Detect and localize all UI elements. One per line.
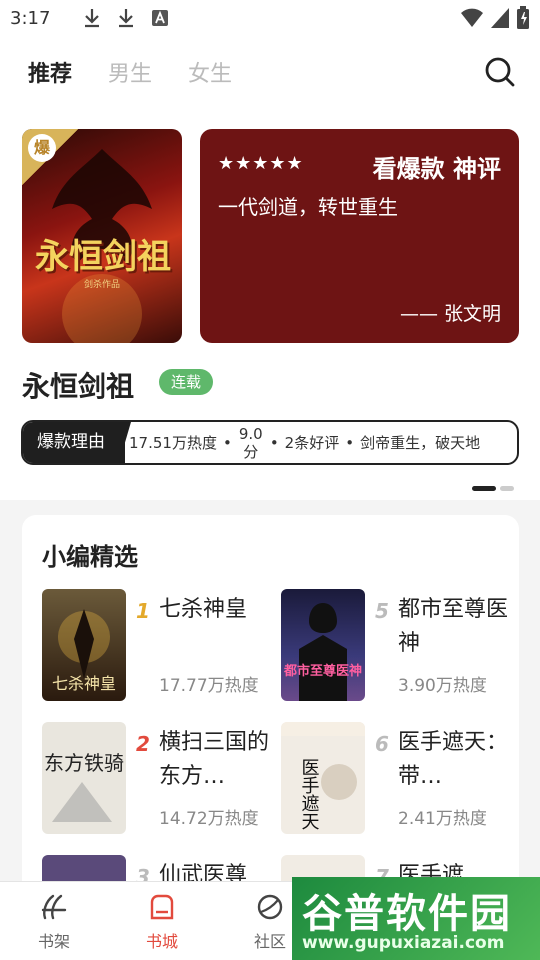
svg-text:都市至尊医神: 都市至尊医神	[283, 663, 362, 679]
watermark-url: www.gupuxiazai.com	[302, 933, 505, 953]
bookstore-icon	[150, 894, 174, 920]
featured-book-cover[interactable]: 爆 永恒剑祖 剑杀作品	[22, 129, 182, 343]
search-icon[interactable]	[484, 56, 516, 88]
svg-text:医手遮天: 医手遮天	[299, 758, 320, 830]
top-tab-bar: 推荐 男生 女生	[0, 36, 540, 108]
tab-recommend[interactable]: 推荐	[28, 56, 72, 88]
tab-male[interactable]: 男生	[108, 56, 152, 88]
rank-number: 6	[375, 732, 389, 756]
book-cover: 都市至尊医神	[281, 589, 365, 701]
watermark-text: 谷普软件园	[302, 891, 512, 937]
section-title: 小编精选	[42, 543, 138, 571]
list-item[interactable]: 东方铁骑 2 横扫三国的东方… 14.72万热度	[42, 722, 272, 834]
cover-author: 剑杀作品	[83, 280, 120, 290]
book-title: 都市至尊医神	[398, 597, 509, 656]
book-heat: 17.77万热度	[159, 676, 259, 696]
separator-dot: •	[269, 433, 279, 452]
book-heat: 2.41万热度	[398, 809, 487, 829]
cover-title-art: 永恒剑祖	[35, 237, 171, 277]
notification-a-icon	[146, 6, 174, 30]
bookshelf-icon	[41, 894, 67, 920]
featured-book-title[interactable]: 永恒剑祖	[22, 365, 134, 405]
svg-text:七杀神皇: 七杀神皇	[52, 674, 116, 693]
wifi-icon	[460, 7, 484, 33]
svg-text:东方铁骑: 东方铁骑	[44, 751, 124, 775]
featured-banner: 爆 永恒剑祖 剑杀作品 ★★★★★ 看爆款 神评 一代剑道，转世重生 —— 张文…	[0, 108, 540, 500]
status-time: 3:17	[10, 7, 51, 29]
separator-dot: •	[222, 433, 232, 452]
book-cover: 东方铁骑	[42, 722, 126, 834]
reason-heat: 17.51万热度	[129, 434, 217, 452]
tab-bookstore[interactable]: 书城	[122, 892, 202, 952]
review-text: 一代剑道，转世重生	[218, 195, 398, 219]
rating-stars-icon: ★★★★★	[218, 153, 304, 174]
book-title: 医手遮天：带…	[398, 730, 509, 789]
rank-number: 5	[375, 599, 389, 623]
download-icon	[78, 6, 106, 30]
book-cover: 医手遮天	[281, 722, 365, 834]
watermark-logo: 谷普软件园 www.gupuxiazai.com	[292, 877, 540, 960]
status-badge: 连载	[159, 369, 213, 395]
list-item[interactable]: 医手遮天 6 医手遮天：带… 2.41万热度	[281, 722, 511, 834]
reason-items: 17.51万热度 • 9.0 分 • 2条好评 • 剑帝重生，破天地	[129, 422, 480, 463]
book-title: 横扫三国的东方…	[159, 730, 270, 789]
book-heat: 3.90万热度	[398, 676, 487, 696]
book-heat: 14.72万热度	[159, 809, 259, 829]
page-dot	[500, 486, 514, 491]
rank-number: 2	[136, 732, 150, 756]
book-title: 七杀神皇	[159, 597, 248, 622]
review-card[interactable]: ★★★★★ 看爆款 神评 一代剑道，转世重生 —— 张文明	[200, 129, 519, 343]
editor-picks-section: 小编精选 七杀神皇 1 七杀神皇 17.77万热度 都市至尊医神 5 都市至尊医…	[22, 515, 519, 895]
list-item[interactable]: 七杀神皇 1 七杀神皇 17.77万热度	[42, 589, 272, 701]
review-title: 看爆款 神评	[372, 155, 501, 183]
reason-label: 爆款理由	[23, 422, 125, 463]
battery-icon	[516, 6, 530, 34]
reason-score: 9.0 分	[238, 424, 263, 461]
reason-comments: 2条好评	[284, 434, 340, 452]
download-icon	[112, 6, 140, 30]
signal-icon	[490, 7, 510, 33]
status-bar: 3:17	[0, 0, 540, 36]
review-author: —— 张文明	[399, 303, 501, 325]
list-item[interactable]: 都市至尊医神 5 都市至尊医神 3.90万热度	[281, 589, 511, 701]
reason-bar: 爆款理由 17.51万热度 • 9.0 分 • 2条好评 • 剑帝重生，破天地	[21, 420, 519, 465]
tab-female[interactable]: 女生	[188, 56, 232, 88]
page-dot-active	[472, 486, 496, 491]
planet-icon	[257, 894, 283, 920]
rank-number: 1	[136, 599, 150, 623]
hot-badge: 爆	[22, 129, 78, 185]
tab-bookshelf[interactable]: 书架	[14, 892, 94, 952]
reason-tag: 剑帝重生，破天地	[360, 434, 481, 452]
separator-dot: •	[345, 433, 355, 452]
book-cover: 七杀神皇	[42, 589, 126, 701]
carousel-indicator	[472, 486, 514, 491]
